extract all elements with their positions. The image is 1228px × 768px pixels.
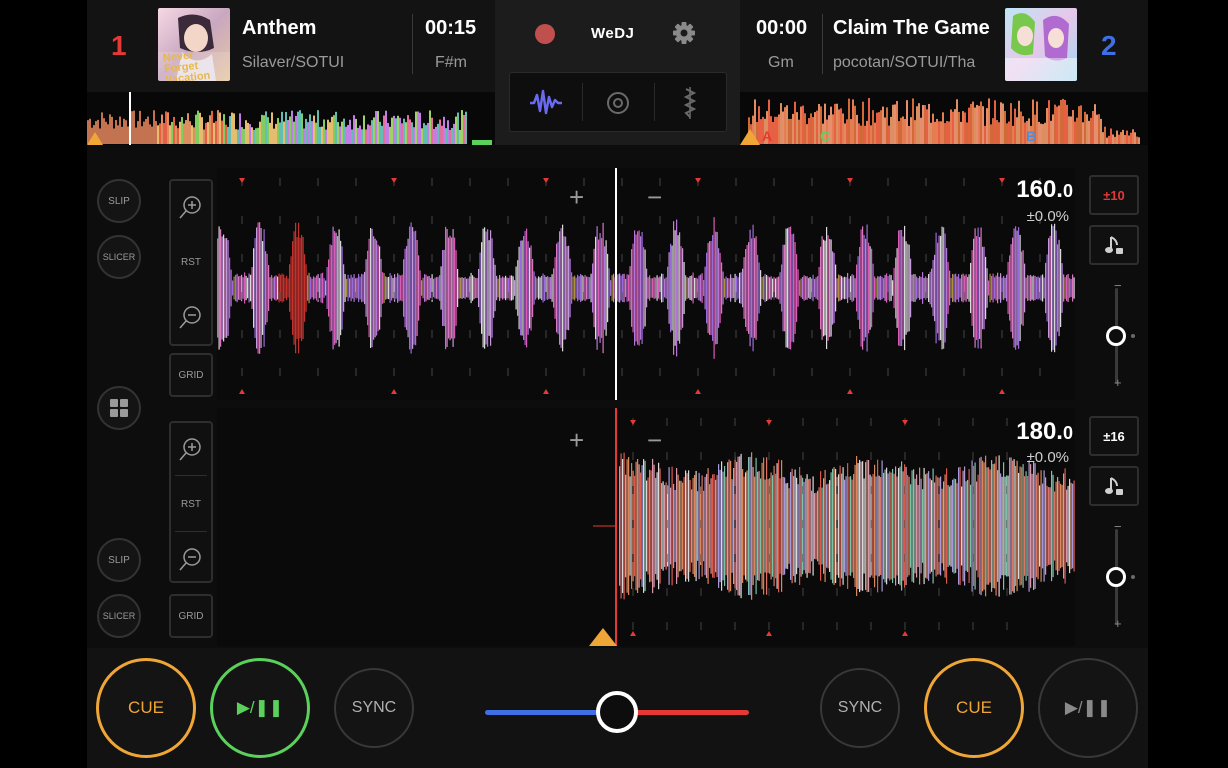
deck2-hotcue-marker[interactable]: A bbox=[762, 128, 772, 144]
deck1-key: F#m bbox=[435, 54, 467, 71]
deck2-cue-button[interactable]: CUE bbox=[924, 658, 1024, 758]
deck1-tempo-center-dot bbox=[1131, 334, 1135, 338]
pads-button[interactable] bbox=[97, 386, 141, 430]
turntable-icon bbox=[607, 92, 629, 114]
deck1-tempo-range-button[interactable]: ±10 bbox=[1089, 175, 1139, 215]
deck1-track-artist: Silaver/SOTUI bbox=[242, 54, 345, 71]
deck1-elapsed-time: 00:15 bbox=[425, 17, 477, 39]
deck1-overview-waveform[interactable] bbox=[87, 92, 495, 145]
zoom-in-icon bbox=[179, 438, 201, 461]
deck2-slip-button[interactable]: SLIP bbox=[97, 538, 141, 582]
deck1-track-title: Anthem bbox=[242, 17, 317, 39]
deck2-header: 00:00 Gm Claim The Game pocotan/SOTUI/Th… bbox=[740, 0, 1148, 92]
zoom-divider bbox=[175, 475, 207, 476]
deck1-slip-button[interactable]: SLIP bbox=[97, 179, 141, 223]
deck1-tempo-slider-knob[interactable] bbox=[1106, 326, 1126, 346]
deck1-cover-text: Never Forget Vacation bbox=[162, 49, 211, 81]
deck1-sync-button[interactable]: SYNC bbox=[334, 668, 414, 748]
deck2-number: 2 bbox=[1101, 30, 1117, 61]
zoom-in-button[interactable] bbox=[171, 435, 211, 466]
eq-icon bbox=[683, 87, 697, 119]
deck1-play-pause-button[interactable]: ▶/❚❚ bbox=[210, 658, 310, 758]
deck2-track-title: Claim The Game bbox=[833, 17, 990, 39]
zoom-in-button[interactable] bbox=[171, 193, 211, 224]
deck2-header-divider bbox=[822, 14, 823, 74]
transport-bar: CUE ▶/❚❚ SYNC SYNC CUE ▶/❚❚ bbox=[87, 648, 1148, 768]
deck2-overview-waveform[interactable]: A C B bbox=[740, 92, 1148, 145]
deck2-key: Gm bbox=[768, 54, 794, 71]
deck1-zoom-controls: RST bbox=[169, 179, 213, 346]
deck2-play-pause-button[interactable]: ▶/❚❚ bbox=[1038, 658, 1138, 758]
deck1-waveform[interactable] bbox=[217, 168, 1117, 400]
deck1-bpm-integer: 160. bbox=[1016, 176, 1063, 203]
deck2-grid-button[interactable]: GRID bbox=[169, 594, 213, 638]
deck1-header-divider bbox=[412, 14, 413, 74]
deck1-slicer-button[interactable]: SLICER bbox=[97, 235, 141, 279]
deck1-cover-art[interactable]: Never Forget Vacation bbox=[158, 8, 230, 81]
deck1-zoom-reset-button[interactable]: RST bbox=[171, 257, 211, 268]
deck2-elapsed-time: 00:00 bbox=[756, 17, 808, 39]
turntable-view-button[interactable] bbox=[582, 73, 654, 131]
app-brand: WeDJ bbox=[591, 25, 635, 42]
deck2-tempo-plus[interactable]: + bbox=[1114, 616, 1122, 631]
zoom-out-icon bbox=[179, 548, 201, 571]
deck2-tempo-center-dot bbox=[1131, 575, 1135, 579]
deck2-hotcue-marker[interactable]: B bbox=[1026, 128, 1036, 144]
record-icon[interactable] bbox=[535, 24, 555, 44]
zoom-out-button[interactable] bbox=[171, 303, 211, 334]
view-mode-selector bbox=[509, 72, 727, 132]
waveform-icon bbox=[530, 89, 562, 115]
zoom-out-button[interactable] bbox=[171, 545, 211, 576]
deck2-key-lock-button[interactable] bbox=[1089, 466, 1139, 506]
deck2-hotcue-marker[interactable]: C bbox=[820, 128, 830, 144]
crossfader-knob[interactable] bbox=[596, 691, 638, 733]
deck2-bpm[interactable]: 180.0 bbox=[973, 418, 1073, 446]
deck2-waveform-zoom-plus[interactable]: + bbox=[569, 425, 584, 456]
deck1-header: 1 Never Forget Vacation Anthem Silaver/S… bbox=[87, 0, 495, 92]
deck2-waveform-zoom-minus[interactable]: − bbox=[647, 425, 662, 456]
deck2-tempo-slider-knob[interactable] bbox=[1106, 567, 1126, 587]
music-note-lock-icon bbox=[1105, 477, 1123, 495]
deck2-bpm-decimal: 0 bbox=[1062, 423, 1073, 443]
deck1-number: 1 bbox=[111, 30, 127, 61]
waveform-view-button[interactable] bbox=[510, 73, 582, 131]
deck2-zoom-controls: RST bbox=[169, 421, 213, 583]
music-note-lock-icon bbox=[1105, 236, 1123, 254]
deck2-zoom-reset-button[interactable]: RST bbox=[171, 499, 211, 510]
center-control-panel: WeDJ bbox=[495, 0, 740, 145]
deck1-tempo-plus[interactable]: + bbox=[1114, 375, 1122, 390]
wedj-app: 1 Never Forget Vacation Anthem Silaver/S… bbox=[87, 0, 1148, 768]
zoom-in-icon bbox=[179, 196, 201, 219]
deck2-cover-art[interactable] bbox=[1005, 8, 1077, 81]
deck1-waveform-zoom-minus[interactable]: − bbox=[647, 182, 662, 213]
deck1-cue-button[interactable]: CUE bbox=[96, 658, 196, 758]
deck2-slicer-button[interactable]: SLICER bbox=[97, 594, 141, 638]
deck2-tempo-range-button[interactable]: ±16 bbox=[1089, 416, 1139, 456]
pads-icon bbox=[110, 399, 128, 417]
deck1-bpm[interactable]: 160.0 bbox=[973, 176, 1073, 204]
eq-view-button[interactable] bbox=[654, 73, 726, 131]
deck2-track-artist: pocotan/SOTUI/Tha bbox=[833, 54, 976, 71]
deck2-pitch-percent: ±0.0% bbox=[1026, 449, 1069, 466]
deck1-grid-button[interactable]: GRID bbox=[169, 353, 213, 397]
deck1-key-lock-button[interactable] bbox=[1089, 225, 1139, 265]
deck2-bpm-integer: 180. bbox=[1016, 418, 1063, 445]
deck2-waveform[interactable] bbox=[217, 408, 1075, 646]
deck1-pitch-percent: ±0.0% bbox=[1026, 208, 1069, 225]
gear-icon[interactable] bbox=[671, 20, 697, 46]
deck2-sync-button[interactable]: SYNC bbox=[820, 668, 900, 748]
deck1-waveform-zoom-plus[interactable]: + bbox=[569, 182, 584, 213]
deck1-bpm-decimal: 0 bbox=[1062, 181, 1073, 201]
zoom-divider bbox=[175, 531, 207, 532]
zoom-out-icon bbox=[179, 306, 201, 329]
